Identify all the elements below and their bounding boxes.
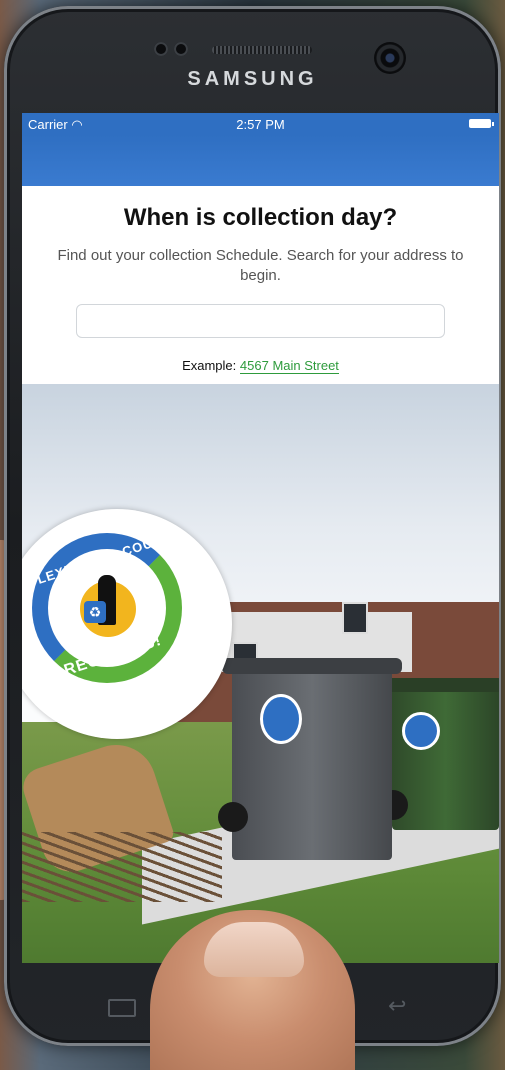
green-bin-lid (384, 678, 499, 692)
example-hint: Example: 4567 Main Street (22, 358, 499, 374)
bin-wheel (218, 802, 248, 832)
search-section: When is collection day? Find out your co… (22, 186, 499, 384)
phone-screen: Carrier ◠ 2:57 PM When is collection day… (22, 113, 499, 963)
nav-bar (22, 135, 499, 186)
hero-image: LEXINGTON COUNTY ♻ RECYCLES! (22, 384, 499, 963)
sensor-dots (154, 42, 188, 56)
device-brand: SAMSUNG (187, 68, 318, 90)
page-title: When is collection day? (123, 204, 398, 231)
gray-bin-lid (222, 658, 402, 674)
battery-icon (469, 119, 494, 128)
recycle-icon: ♻ (84, 601, 106, 623)
status-time: 2:57 PM (236, 117, 285, 132)
address-search-input[interactable] (76, 304, 445, 338)
bin-sticker-icon (260, 694, 302, 744)
bin-sticker-icon (402, 712, 440, 750)
status-bar: Carrier ◠ 2:57 PM (22, 113, 499, 135)
house-window (342, 602, 368, 634)
brush-pile (22, 832, 222, 902)
earpiece-speaker (212, 46, 312, 54)
back-icon[interactable]: ↩ (388, 993, 406, 1019)
thumbnail-nail (204, 922, 304, 977)
page-description: Find out your collection Schedule. Searc… (57, 247, 464, 284)
example-address-link[interactable]: 4567 Main Street (239, 358, 339, 374)
example-label: Example: (182, 358, 237, 373)
recent-apps-icon[interactable] (108, 999, 136, 1017)
green-recycling-bin (392, 680, 499, 830)
phone-device: SAMSUNG Carrier ◠ 2:57 PM When is collec… (4, 6, 501, 1046)
gray-trash-bin (232, 660, 392, 860)
